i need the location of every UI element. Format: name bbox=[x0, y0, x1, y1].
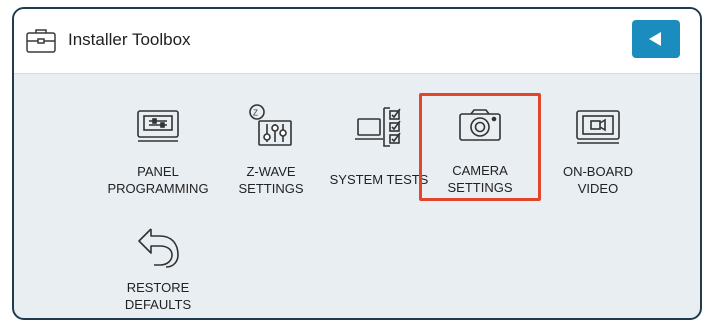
panel-icon bbox=[99, 109, 217, 159]
page-title: Installer Toolbox bbox=[68, 30, 191, 49]
tile-camera-settings[interactable]: CAMERA SETTINGS bbox=[419, 93, 541, 201]
tile-label-line1: CAMERA bbox=[452, 163, 508, 178]
camera-icon bbox=[422, 108, 538, 158]
tile-label-line1: Z-WAVE bbox=[246, 164, 296, 179]
tile-label-line1: RESTORE bbox=[126, 280, 190, 295]
svg-text:Z: Z bbox=[253, 109, 258, 118]
header-bar: Installer Toolbox bbox=[14, 9, 700, 74]
tile-label-line2: SETTINGS bbox=[447, 180, 513, 195]
back-arrow-icon bbox=[649, 32, 661, 46]
toolbox-icon bbox=[24, 28, 58, 54]
tile-label-line1: PANEL bbox=[137, 164, 179, 179]
tile-panel-programming[interactable]: PANEL PROGRAMMING bbox=[99, 97, 217, 203]
restore-icon bbox=[99, 225, 217, 275]
tile-label-line2: PROGRAMMING bbox=[107, 181, 209, 196]
installer-toolbox-window: Installer Toolbox PANEL PROGRAMMING Z Z-… bbox=[12, 7, 702, 320]
tile-label-line2: VIDEO bbox=[577, 181, 619, 196]
video-icon bbox=[539, 109, 657, 159]
tile-label-line2: DEFAULTS bbox=[124, 297, 192, 312]
tile-on-board-video[interactable]: ON-BOARD VIDEO bbox=[539, 97, 657, 203]
tile-restore-defaults[interactable]: RESTORE DEFAULTS bbox=[99, 217, 217, 317]
tile-z-wave-settings[interactable]: Z Z-WAVE SETTINGS bbox=[212, 97, 330, 203]
z-wave-settings-icon: Z bbox=[212, 103, 330, 153]
tool-grid: PANEL PROGRAMMING Z Z-WAVE SETTINGS SYST… bbox=[14, 73, 700, 318]
back-button[interactable] bbox=[632, 20, 680, 58]
tile-label-line1: ON-BOARD bbox=[562, 164, 634, 179]
tile-label-line2: SETTINGS bbox=[238, 181, 304, 196]
